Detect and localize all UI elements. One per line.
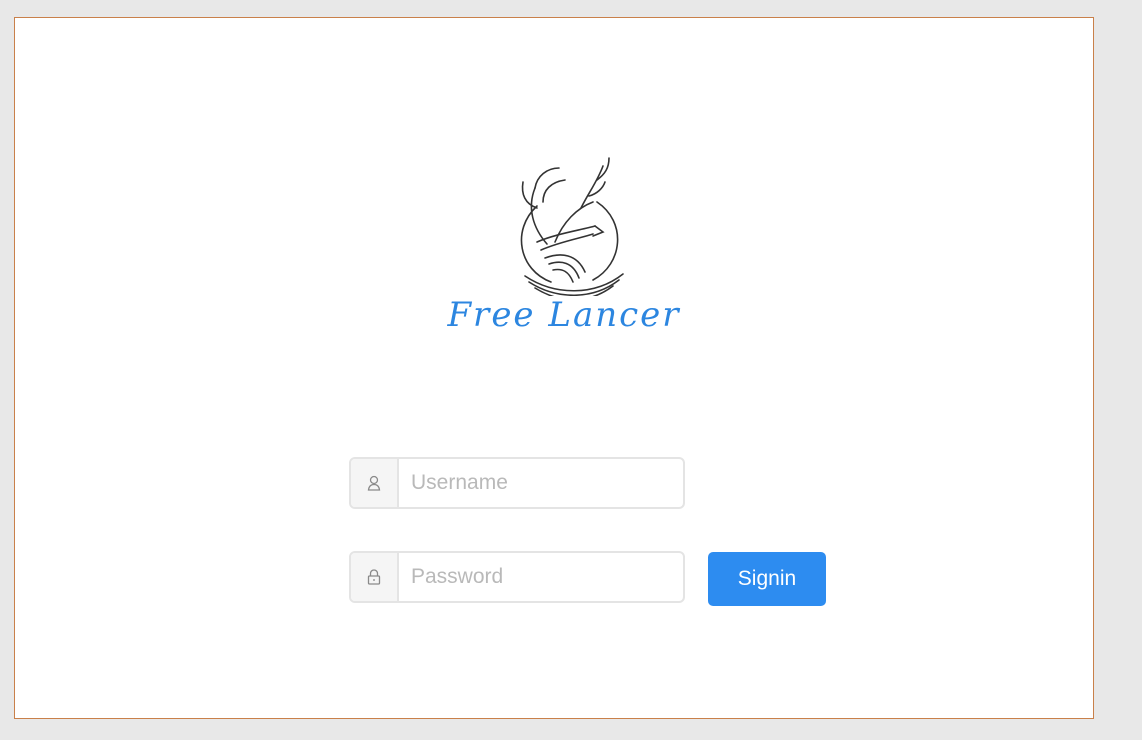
username-input[interactable]	[399, 459, 683, 507]
password-input[interactable]	[399, 553, 683, 601]
brand-name: Free Lancer	[447, 295, 681, 335]
user-icon	[351, 459, 399, 507]
deer-head-logo-icon	[520, 157, 624, 296]
signin-button[interactable]: Signin	[708, 552, 826, 606]
lock-icon	[351, 553, 399, 601]
login-panel: Free Lancer Signin	[14, 17, 1094, 719]
password-field	[349, 551, 685, 603]
username-field	[349, 457, 685, 509]
